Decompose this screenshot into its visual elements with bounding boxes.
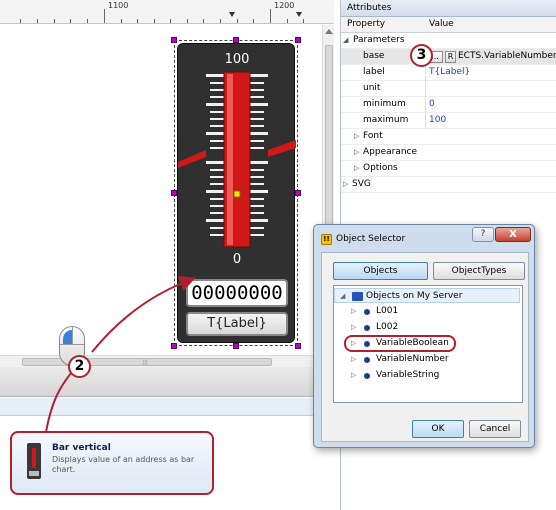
bar-vertical-icon-base — [29, 471, 39, 476]
group-appearance[interactable]: ▷ Appearance — [341, 145, 556, 161]
highlight-ring — [344, 335, 456, 352]
column-property: Property — [347, 19, 386, 29]
object-icon — [364, 325, 370, 331]
tree-item-label: Objects on My Server — [366, 291, 463, 301]
tab-objects[interactable]: Objects — [333, 262, 428, 280]
expand-triangle-icon[interactable]: ▷ — [351, 320, 356, 335]
app-icon: !! — [321, 234, 332, 245]
mouse-left-button-icon — [63, 330, 72, 344]
collapse-triangle-icon[interactable]: ◢ — [343, 36, 348, 44]
group-font[interactable]: ▷ Font — [341, 129, 556, 145]
expand-triangle-icon[interactable]: ▷ — [351, 304, 356, 319]
close-button[interactable]: X — [495, 227, 531, 242]
mouse-divider — [72, 327, 73, 344]
tree-item-label: VariableNumber — [376, 354, 449, 364]
property-row-unit[interactable]: unit — [341, 81, 556, 97]
tree-item-selected[interactable]: ▷ VariableNumber — [334, 352, 520, 367]
dialog-title: Object Selector — [336, 234, 406, 244]
property-row-base[interactable]: base ... R ECTS.VariableNumber — [341, 49, 556, 65]
group-label: Options — [363, 163, 398, 173]
tab-object-types[interactable]: ObjectTypes — [433, 262, 525, 280]
expand-triangle-icon[interactable]: ▷ — [354, 148, 359, 156]
group-label: Appearance — [363, 147, 418, 157]
property-value[interactable]: 0 — [429, 99, 435, 109]
ok-button[interactable]: OK — [412, 420, 464, 438]
property-row-maximum[interactable]: maximum 100 — [341, 113, 556, 129]
tree-item-label: L002 — [376, 322, 399, 332]
callout-step-3: 3 — [410, 44, 433, 67]
property-row-minimum[interactable]: minimum 0 — [341, 97, 556, 113]
expand-triangle-icon[interactable]: ▷ — [351, 352, 356, 367]
tree-item[interactable]: ▷ L001 — [334, 304, 520, 319]
column-divider — [425, 113, 426, 129]
column-divider — [425, 65, 426, 81]
expand-triangle-icon[interactable]: ▷ — [351, 368, 356, 383]
tree-root-item[interactable]: ◢ Objects on My Server — [334, 288, 520, 303]
tree-item[interactable]: ▷ L002 — [334, 320, 520, 335]
group-parameters[interactable]: ◢ Parameters — [341, 33, 556, 49]
property-value[interactable]: 100 — [429, 115, 446, 125]
object-selector-dialog: !! Object Selector ? X Objects ObjectTyp… — [313, 224, 535, 448]
property-value[interactable]: T{Label} — [429, 67, 470, 77]
group-label: Parameters — [353, 35, 405, 45]
mouse-divider — [60, 344, 84, 345]
attributes-header: Property Value — [341, 17, 556, 33]
group-options[interactable]: ▷ Options — [341, 161, 556, 177]
folder-icon — [352, 292, 363, 301]
tree-item-label: VariableString — [376, 370, 440, 380]
column-value: Value — [429, 19, 454, 29]
expand-triangle-icon[interactable]: ▷ — [343, 180, 348, 188]
property-key: base — [363, 51, 385, 61]
group-svg[interactable]: ▷ SVG — [341, 177, 556, 193]
property-key: label — [363, 67, 385, 77]
property-key: minimum — [363, 99, 406, 109]
help-button[interactable]: ? — [472, 227, 494, 242]
bar-vertical-icon-bar — [32, 448, 36, 468]
object-icon — [364, 309, 370, 315]
reset-button[interactable]: R — [445, 51, 456, 63]
tree-item-label: L001 — [376, 306, 399, 316]
callout-step-2: 2 — [68, 355, 91, 378]
bar-vertical-icon — [27, 443, 41, 479]
toolbox-tooltip: Bar vertical Displays value of an addres… — [10, 431, 214, 495]
attributes-panel-title: Attributes — [341, 0, 556, 17]
tooltip-description: Displays value of an address as bar char… — [52, 455, 195, 474]
column-divider — [425, 97, 426, 113]
property-key: maximum — [363, 115, 409, 125]
property-value[interactable]: ECTS.VariableNumber — [458, 51, 556, 61]
tooltip-title: Bar vertical — [52, 443, 111, 453]
property-row-label[interactable]: label T{Label} — [341, 65, 556, 81]
expand-triangle-icon[interactable]: ▷ — [354, 132, 359, 140]
group-label: Font — [363, 131, 383, 141]
collapse-triangle-icon[interactable]: ◢ — [340, 289, 345, 304]
cancel-button[interactable]: Cancel — [469, 420, 521, 438]
tree-item[interactable]: ▷ VariableString — [334, 368, 520, 383]
expand-triangle-icon[interactable]: ▷ — [354, 164, 359, 172]
object-icon — [364, 357, 370, 363]
column-divider — [425, 81, 426, 97]
property-key: unit — [363, 83, 381, 93]
object-icon — [364, 373, 370, 379]
group-label: SVG — [352, 179, 371, 189]
